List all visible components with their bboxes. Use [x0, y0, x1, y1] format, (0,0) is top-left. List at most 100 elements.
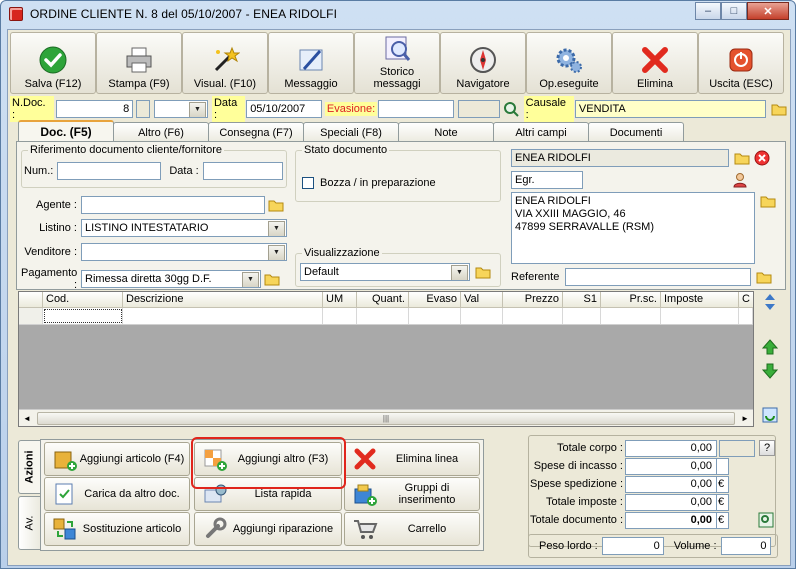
cart-button[interactable]: Carrello: [344, 512, 480, 546]
client-name-field[interactable]: ENEA RIDOLFI: [511, 149, 729, 167]
client-remove-icon[interactable]: [753, 150, 771, 167]
action-label: Sostituzione articolo: [82, 523, 182, 535]
scroll-thumb[interactable]: |||: [37, 411, 735, 425]
client-address-box[interactable]: ENEA RIDOLFI VIA XXIII MAGGIO, 46 47899 …: [511, 192, 755, 264]
totale-corpo-label: Totale corpo :: [556, 442, 623, 454]
pagamento-select[interactable]: Rimessa diretta 30gg D.F.: [81, 270, 261, 288]
visualizzazione-select[interactable]: Default: [300, 263, 470, 281]
peso-value[interactable]: 0: [601, 537, 664, 555]
col-um[interactable]: UM: [323, 292, 357, 308]
message-button[interactable]: Messaggio: [268, 32, 354, 94]
causale-input[interactable]: VENDITA: [574, 100, 767, 118]
listino-select[interactable]: LISTINO INTESTATARIO: [81, 219, 287, 237]
client-title-field[interactable]: Egr.: [511, 171, 583, 189]
totale-corpo-extra: [719, 439, 755, 457]
pagamento-folder-icon[interactable]: [263, 271, 281, 288]
tab-azioni[interactable]: Azioni: [18, 440, 40, 494]
tab-doc[interactable]: Doc. (F5): [18, 120, 114, 142]
address-line: VIA XXIII MAGGIO, 46: [515, 208, 626, 220]
col-prezzo[interactable]: Prezzo: [503, 292, 563, 308]
volume-value[interactable]: 0: [720, 537, 771, 555]
action-label: Aggiungi riparazione: [232, 523, 334, 535]
insert-groups-button[interactable]: Gruppi di inserimento: [344, 477, 480, 511]
delete-line-button[interactable]: Elimina linea: [344, 442, 480, 476]
spese-spedizione-value[interactable]: 0,00: [625, 475, 717, 493]
visualizzazione-folder-icon[interactable]: [474, 264, 492, 281]
refresh-grid-icon[interactable]: [760, 405, 780, 425]
move-down-icon[interactable]: [760, 361, 780, 381]
title-bar[interactable]: ORDINE CLIENTE N. 8 del 05/10/2007 - ENE…: [1, 1, 795, 27]
tab-altro[interactable]: Altro (F6): [113, 122, 209, 142]
totale-documento-label: Totale documento :: [530, 514, 623, 526]
rif-data-label: Data :: [169, 165, 199, 177]
delete-button[interactable]: Elimina: [612, 32, 698, 94]
ndoc-input[interactable]: 8: [55, 100, 134, 118]
minimize-button[interactable]: –: [695, 2, 721, 20]
scroll-left-icon[interactable]: ◄: [19, 414, 35, 423]
compass-icon: [467, 44, 499, 76]
col-quant[interactable]: Quant.: [357, 292, 409, 308]
ndoc-series-select[interactable]: [154, 100, 208, 118]
horizontal-scrollbar[interactable]: ◄ ||| ►: [19, 409, 753, 426]
col-imposte[interactable]: Imposte: [661, 292, 739, 308]
referente-folder-icon[interactable]: [755, 269, 773, 286]
add-article-button[interactable]: Aggiungi articolo (F4): [44, 442, 190, 476]
preview-button[interactable]: Visual. (F10): [182, 32, 268, 94]
print-button[interactable]: Stampa (F9): [96, 32, 182, 94]
tab-speciali[interactable]: Speciali (F8): [303, 122, 399, 142]
col-val[interactable]: Val: [461, 292, 503, 308]
col-evaso[interactable]: Evaso: [409, 292, 461, 308]
close-button[interactable]: ✕: [747, 2, 789, 20]
search-icon[interactable]: [502, 101, 520, 118]
causale-folder-icon[interactable]: [770, 101, 788, 118]
agente-input[interactable]: [81, 196, 265, 214]
gears-icon: [553, 44, 585, 76]
toolbar-label: Storico messaggi: [373, 66, 421, 90]
tab-altri-campi[interactable]: Altri campi: [493, 122, 589, 142]
tab-av[interactable]: Av.: [18, 496, 40, 550]
tab-consegna[interactable]: Consegna (F7): [208, 122, 304, 142]
help-button[interactable]: ?: [759, 440, 775, 456]
tab-note[interactable]: Note: [398, 122, 494, 142]
referente-input[interactable]: [565, 268, 752, 286]
address-folder-icon[interactable]: [759, 192, 777, 209]
weights-bar: Peso lordo : 0 Volume : 0: [528, 534, 778, 558]
num-input[interactable]: [57, 162, 162, 180]
spese-incasso-value[interactable]: 0,00: [625, 457, 717, 475]
ndoc-suffix-button[interactable]: [136, 100, 151, 118]
delete-x-icon: [639, 44, 671, 76]
evasione-input[interactable]: [378, 100, 454, 118]
col-cod[interactable]: Cod.: [43, 292, 123, 308]
navigator-button[interactable]: Navigatore: [440, 32, 526, 94]
col-prsc[interactable]: Pr.sc.: [601, 292, 661, 308]
totals-zoom-icon[interactable]: [757, 512, 775, 529]
sort-icon[interactable]: [760, 292, 780, 312]
client-folder-icon[interactable]: [733, 150, 751, 167]
replace-article-button[interactable]: Sostituzione articolo: [44, 512, 190, 546]
message-history-button[interactable]: Storico messaggi: [354, 32, 440, 94]
scroll-right-icon[interactable]: ►: [737, 414, 753, 423]
exit-button[interactable]: Uscita (ESC): [698, 32, 784, 94]
cart-icon: [351, 515, 379, 543]
riferimento-title: Riferimento documento cliente/fornitore: [28, 144, 224, 156]
table-row[interactable]: [19, 308, 753, 325]
venditore-select[interactable]: [81, 243, 287, 261]
agente-folder-icon[interactable]: [267, 197, 285, 214]
bozza-checkbox[interactable]: [302, 177, 314, 189]
tab-documenti[interactable]: Documenti: [588, 122, 684, 142]
lines-grid[interactable]: Cod. Descrizione UM Quant. Evaso Val Pre…: [18, 291, 754, 427]
printer-icon: [123, 44, 155, 76]
client-person-icon[interactable]: [731, 172, 749, 189]
rif-date-input[interactable]: [202, 162, 283, 180]
col-c[interactable]: C: [739, 292, 753, 308]
date-input[interactable]: 05/10/2007: [246, 100, 322, 118]
col-s1[interactable]: S1: [563, 292, 601, 308]
col-descrizione[interactable]: Descrizione: [123, 292, 323, 308]
operations-button[interactable]: Op.eseguite: [526, 32, 612, 94]
maximize-button[interactable]: □: [721, 2, 747, 20]
add-repair-button[interactable]: Aggiungi riparazione: [194, 512, 342, 546]
evasione-label: Evasione:: [324, 102, 378, 116]
save-button[interactable]: Salva (F12): [10, 32, 96, 94]
load-from-doc-button[interactable]: Carica da altro doc.: [44, 477, 190, 511]
move-up-icon[interactable]: [760, 337, 780, 357]
